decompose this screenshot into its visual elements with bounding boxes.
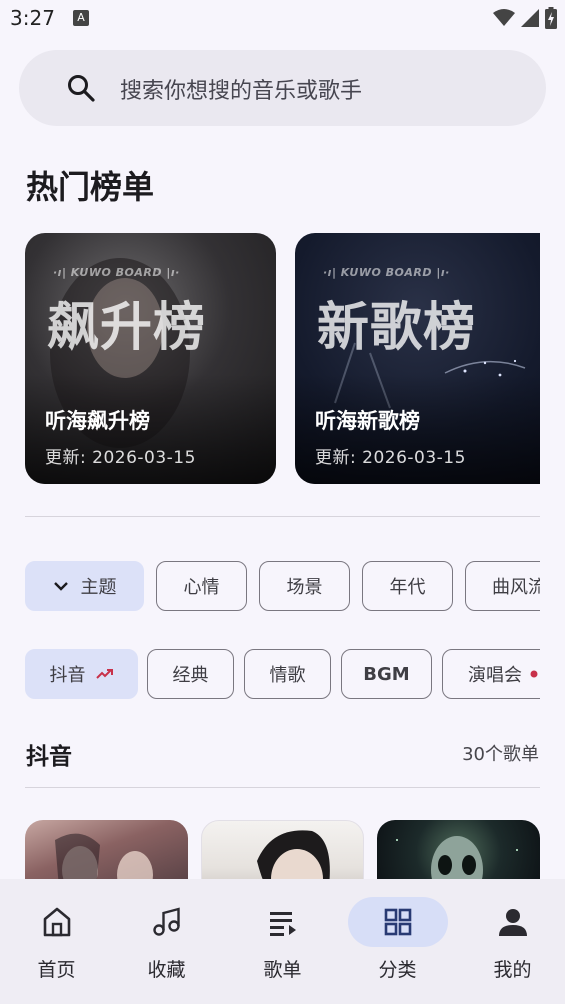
chip-label: 场景 bbox=[286, 577, 323, 598]
hot-charts-title: 热门榜单 bbox=[26, 168, 155, 206]
battery-icon bbox=[545, 7, 557, 29]
chart-update-date: 更新: 2026-03-15 bbox=[45, 448, 196, 468]
chip-love-songs[interactable]: 情歌 bbox=[244, 649, 331, 699]
search-icon bbox=[68, 75, 95, 102]
grid-icon bbox=[384, 908, 411, 936]
chart-name: 听海飙升榜 bbox=[45, 409, 150, 433]
chip-genre[interactable]: 曲风流 bbox=[465, 561, 540, 611]
divider bbox=[25, 787, 540, 788]
nav-playlists[interactable]: 歌单 bbox=[226, 879, 339, 1004]
chart-card-soaring[interactable]: ·ı| KUWO BOARD |ı· 飙升榜 听海飙升榜 更新: 2026-03… bbox=[25, 233, 276, 484]
status-bar: 3:27 A bbox=[0, 0, 565, 38]
tag-chip-row: 抖音 经典 情歌 BGM 演唱会 bbox=[25, 649, 540, 701]
person-icon bbox=[498, 909, 527, 936]
chip-bgm[interactable]: BGM bbox=[341, 649, 432, 699]
wifi-icon bbox=[493, 9, 515, 26]
chip-mood[interactable]: 心情 bbox=[156, 561, 247, 611]
chart-name: 听海新歌榜 bbox=[315, 409, 420, 433]
notification-badge: A bbox=[73, 10, 89, 26]
status-icons bbox=[493, 7, 557, 29]
nav-label: 分类 bbox=[378, 959, 417, 981]
chart-card-new-songs[interactable]: ·ı| KUWO BOARD |ı· 新歌榜 听海新歌榜 更新: 2026-03… bbox=[295, 233, 540, 484]
music-note-icon bbox=[152, 907, 180, 936]
signal-icon bbox=[521, 9, 539, 27]
search-bar[interactable]: 搜索你想搜的音乐或歌手 bbox=[19, 50, 546, 126]
nav-profile[interactable]: 我的 bbox=[456, 879, 565, 1004]
chip-label: 心情 bbox=[183, 577, 220, 598]
search-placeholder: 搜索你想搜的音乐或歌手 bbox=[120, 79, 363, 104]
board-tag: ·ı| KUWO BOARD |ı· bbox=[323, 266, 450, 279]
chip-classic[interactable]: 经典 bbox=[147, 649, 234, 699]
category-title: 抖音 bbox=[26, 744, 72, 770]
bottom-navigation: 首页 收藏 歌单 分类 我的 bbox=[0, 879, 565, 1004]
chevron-down-icon bbox=[53, 580, 69, 592]
chip-scene[interactable]: 场景 bbox=[259, 561, 350, 611]
chip-label: 主题 bbox=[80, 577, 117, 598]
divider bbox=[25, 516, 540, 517]
chip-label: 演唱会 bbox=[468, 665, 522, 686]
playlist-icon bbox=[269, 912, 296, 936]
hot-dot-icon bbox=[530, 670, 538, 678]
group-chip-row: 主题 心情 场景 年代 曲风流 bbox=[25, 561, 540, 613]
nav-label: 收藏 bbox=[147, 959, 186, 981]
chip-label: 抖音 bbox=[49, 665, 86, 686]
chip-theme[interactable]: 主题 bbox=[25, 561, 144, 611]
nav-favorites[interactable]: 收藏 bbox=[110, 879, 223, 1004]
chip-label: 年代 bbox=[389, 577, 426, 598]
nav-label: 歌单 bbox=[263, 959, 302, 981]
nav-home[interactable]: 首页 bbox=[0, 879, 113, 1004]
board-title-art: 飙升榜 bbox=[47, 298, 207, 358]
status-time: 3:27 bbox=[10, 6, 55, 30]
nav-label: 我的 bbox=[493, 959, 532, 981]
nav-categories[interactable]: 分类 bbox=[341, 879, 454, 1004]
chip-label: 情歌 bbox=[269, 665, 306, 686]
chart-update-date: 更新: 2026-03-15 bbox=[315, 448, 466, 468]
chip-concert[interactable]: 演唱会 bbox=[442, 649, 540, 699]
home-icon bbox=[43, 907, 70, 937]
board-title-art: 新歌榜 bbox=[317, 298, 477, 358]
trending-icon bbox=[95, 668, 114, 680]
chip-era[interactable]: 年代 bbox=[362, 561, 453, 611]
nav-label: 首页 bbox=[37, 959, 76, 981]
board-tag: ·ı| KUWO BOARD |ı· bbox=[53, 266, 180, 279]
chip-douyin[interactable]: 抖音 bbox=[25, 649, 138, 699]
chip-label: BGM bbox=[363, 663, 410, 685]
playlist-count: 30个歌单 bbox=[462, 744, 539, 765]
chip-label: 经典 bbox=[172, 665, 209, 686]
chip-label: 曲风流 bbox=[492, 577, 540, 598]
